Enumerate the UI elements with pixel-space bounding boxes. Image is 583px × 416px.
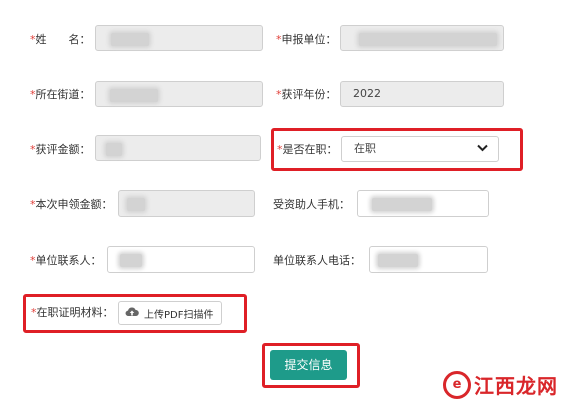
- name-field[interactable]: [95, 25, 263, 51]
- chevron-down-icon: [477, 137, 488, 161]
- upload-cloud-icon: [125, 306, 139, 320]
- claim-amount-label: *本次申领金额：: [30, 198, 113, 211]
- proof-label: *在职证明材料：: [31, 306, 114, 319]
- org-label: *申报单位：: [276, 33, 337, 46]
- contact-field[interactable]: [107, 246, 255, 273]
- year-label: *获评年份：: [276, 88, 337, 101]
- phone-label: 受资助人手机：: [273, 198, 350, 211]
- phone-field[interactable]: [357, 190, 489, 217]
- watermark-text: 江西龙网: [474, 374, 558, 398]
- watermark: e 江西龙网: [443, 370, 558, 399]
- claim-amount-field[interactable]: [118, 190, 255, 217]
- street-label: *所在街道：: [30, 88, 91, 101]
- employed-select-value: 在职: [354, 142, 376, 155]
- watermark-logo-icon: e: [443, 370, 471, 399]
- street-field[interactable]: [95, 81, 263, 107]
- amount-label: *获评金额：: [30, 143, 91, 156]
- year-field[interactable]: 2022: [340, 81, 504, 107]
- employed-label: *是否在职：: [277, 143, 338, 156]
- upload-pdf-label: 上传PDF扫描件: [144, 309, 214, 321]
- name-label: *姓 名：: [30, 33, 91, 46]
- contact-label: *单位联系人：: [30, 254, 102, 267]
- contact-phone-field[interactable]: [369, 246, 488, 273]
- contact-phone-label: 单位联系人电话：: [273, 254, 361, 267]
- upload-pdf-button[interactable]: 上传PDF扫描件: [118, 301, 222, 325]
- amount-field[interactable]: [95, 135, 261, 161]
- org-field[interactable]: [340, 25, 504, 51]
- submit-button[interactable]: 提交信息: [270, 350, 347, 380]
- employed-select[interactable]: 在职: [341, 136, 499, 162]
